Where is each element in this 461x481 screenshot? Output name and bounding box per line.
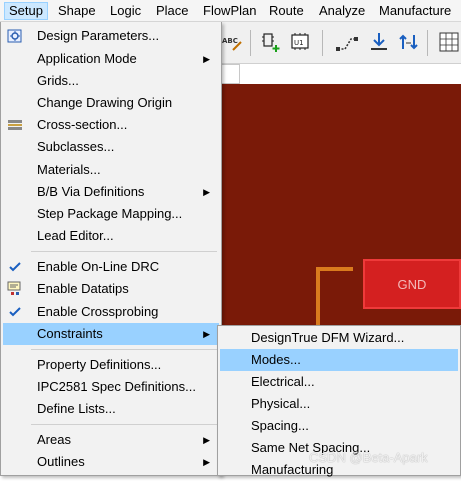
u1-chip-text: U1 [294, 39, 304, 47]
menu-item-label: Step Package Mapping... [37, 206, 183, 221]
menu-item-step-package-mapping[interactable]: Step Package Mapping... [3, 203, 219, 225]
menu-item-label: IPC2581 Spec Definitions... [37, 379, 196, 394]
add-part-icon[interactable] [258, 29, 284, 55]
trace-segment[interactable] [316, 267, 353, 271]
menu-item-subclasses[interactable]: Subclasses... [3, 136, 219, 158]
menu-item-materials[interactable]: Materials... [3, 159, 219, 181]
menu-item-label: Physical... [251, 396, 311, 411]
menu-item-label: Areas [37, 432, 71, 447]
menu-shape[interactable]: Shape [54, 2, 100, 20]
menu-place[interactable]: Place [152, 2, 193, 20]
menu-item-change-drawing-origin[interactable]: Change Drawing Origin [3, 92, 219, 114]
menu-item-design-parameters[interactable]: Design Parameters... [3, 25, 219, 47]
u1-chip-icon[interactable]: U1 [287, 29, 313, 55]
cross-section-icon [7, 117, 23, 133]
menu-route[interactable]: Route [265, 2, 308, 20]
menu-item-label: Enable On-Line DRC [37, 259, 160, 274]
menu-item-application-mode[interactable]: Application Mode ▶ [3, 48, 219, 70]
menu-item-label: Modes... [251, 352, 301, 367]
menu-item-label: Constraints [37, 326, 103, 341]
menu-item-grids[interactable]: Grids... [3, 70, 219, 92]
menu-item-ipc2581-spec-definitions[interactable]: IPC2581 Spec Definitions... [3, 376, 219, 398]
datatips-icon [7, 281, 23, 297]
submenu-arrow-icon: ▶ [203, 54, 210, 64]
menu-setup[interactable]: Setup [4, 2, 48, 20]
menu-item-label: Electrical... [251, 374, 315, 389]
menu-item-label: Enable Crossprobing [37, 304, 159, 319]
menu-item-lead-editor[interactable]: Lead Editor... [3, 225, 219, 247]
menu-item-label: Design Parameters... [37, 28, 160, 43]
submenu-item-electrical[interactable]: Electrical... [220, 371, 458, 393]
menu-item-label: DesignTrue DFM Wizard... [251, 330, 405, 345]
submenu-arrow-icon: ▶ [203, 435, 210, 445]
submenu-item-modes[interactable]: Modes... [220, 349, 458, 371]
toolbar-separator [322, 30, 323, 56]
menu-logic[interactable]: Logic [106, 2, 145, 20]
menu-item-cross-section[interactable]: Cross-section... [3, 114, 219, 136]
abc-icon-text: ABC [222, 37, 238, 45]
menu-item-label: Enable Datatips [37, 281, 129, 296]
menu-separator [31, 349, 217, 350]
submenu-arrow-icon: ▶ [203, 329, 210, 339]
menu-item-enable-online-drc[interactable]: Enable On-Line DRC [3, 256, 219, 278]
menu-item-property-definitions[interactable]: Property Definitions... [3, 354, 219, 376]
check-icon [7, 259, 23, 275]
design-parameters-icon [7, 28, 23, 44]
menu-item-label: Lead Editor... [37, 228, 114, 243]
menu-analyze[interactable]: Analyze [315, 2, 369, 20]
menu-item-label: Change Drawing Origin [37, 95, 173, 110]
swap-icon[interactable] [396, 29, 422, 55]
submenu-item-spacing[interactable]: Spacing... [220, 415, 458, 437]
menu-item-label: B/B Via Definitions [37, 184, 145, 199]
menu-separator [31, 251, 217, 252]
menu-item-outlines[interactable]: Outlines ▶ [3, 451, 219, 473]
submenu-item-designtrue-dfm-wizard[interactable]: DesignTrue DFM Wizard... [220, 327, 458, 349]
abc-icon[interactable]: ABC [219, 29, 245, 55]
gnd-pad[interactable]: GND [363, 259, 461, 309]
menu-item-label: Spacing... [251, 418, 309, 433]
fanout-icon[interactable] [366, 29, 392, 55]
watermark: CSDN @Beta-Apark [309, 450, 428, 465]
grid-icon[interactable] [436, 29, 461, 55]
toolbar-separator [427, 30, 428, 56]
menu-bar: Setup Shape Logic Place FlowPlan Route A… [0, 0, 461, 22]
menu-item-enable-crossprobing[interactable]: Enable Crossprobing [3, 301, 219, 323]
menu-separator [31, 424, 217, 425]
menu-item-label: Materials... [37, 162, 101, 177]
menu-item-constraints[interactable]: Constraints ▶ [3, 323, 219, 345]
menu-item-label: Subclasses... [37, 139, 115, 154]
menu-item-label: Cross-section... [37, 117, 128, 132]
setup-menu: Design Parameters... Application Mode ▶ … [0, 22, 222, 476]
submenu-item-physical[interactable]: Physical... [220, 393, 458, 415]
menu-item-bb-via-definitions[interactable]: B/B Via Definitions ▶ [3, 181, 219, 203]
menu-item-areas[interactable]: Areas ▶ [3, 429, 219, 451]
menu-item-enable-datatips[interactable]: Enable Datatips [3, 278, 219, 300]
menu-flowplan[interactable]: FlowPlan [199, 2, 260, 20]
route-icon[interactable] [334, 29, 360, 55]
menu-manufacture[interactable]: Manufacture [375, 2, 455, 20]
menu-item-label: Define Lists... [37, 401, 116, 416]
menu-item-label: Property Definitions... [37, 357, 162, 372]
menu-item-define-lists[interactable]: Define Lists... [3, 398, 219, 420]
submenu-arrow-icon: ▶ [203, 187, 210, 197]
gnd-pad-label: GND [397, 276, 427, 292]
toolbar-separator [250, 30, 251, 56]
menu-item-label: Outlines [37, 454, 85, 469]
check-icon [7, 304, 23, 320]
submenu-arrow-icon: ▶ [203, 457, 210, 467]
menu-item-label: Application Mode [37, 51, 137, 66]
menu-item-label: Grids... [37, 73, 79, 88]
